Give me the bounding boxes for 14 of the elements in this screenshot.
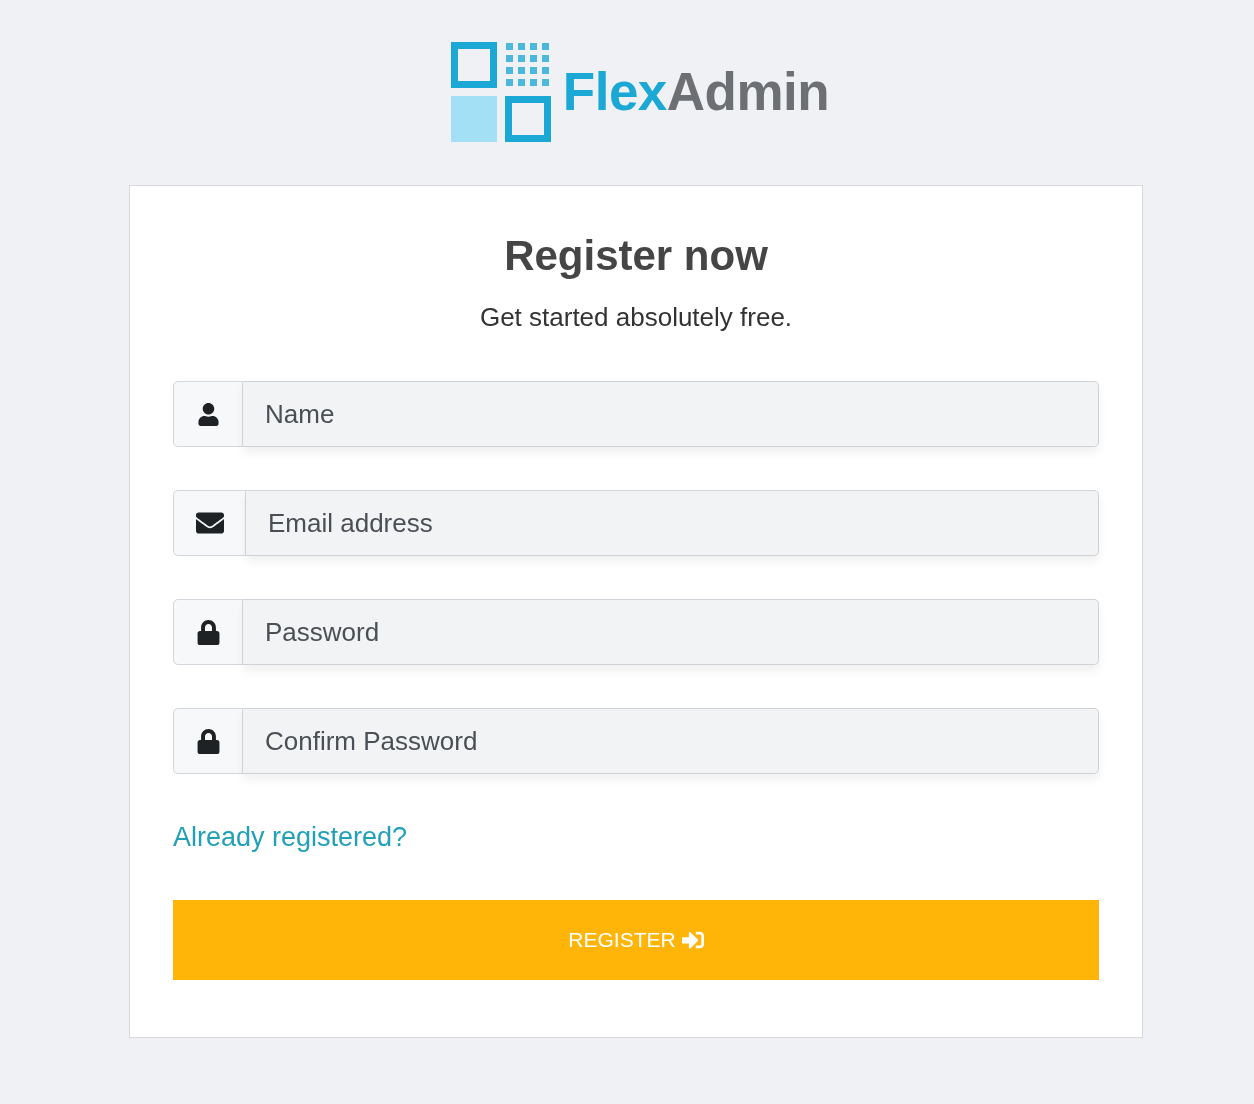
text-input-field[interactable]: Confirm Password bbox=[243, 708, 1099, 774]
text-input-field[interactable]: Password bbox=[243, 599, 1099, 665]
page-heading: Register now bbox=[503, 232, 769, 280]
text-input-field[interactable]: Name bbox=[243, 381, 1099, 447]
login-link[interactable]: Already registered? bbox=[173, 820, 408, 854]
text-input-field[interactable]: Email address bbox=[246, 490, 1099, 556]
lock-icon bbox=[195, 619, 221, 645]
sign-in-icon bbox=[681, 929, 704, 951]
subheading: Get started absolutely free. bbox=[478, 301, 794, 333]
lock-icon bbox=[195, 728, 221, 754]
register-button[interactable]: REGISTER bbox=[173, 900, 1099, 980]
person-icon bbox=[196, 402, 220, 426]
logo-wordmark: FlexAdmin bbox=[562, 62, 830, 122]
logo-mark-icon bbox=[450, 42, 551, 142]
